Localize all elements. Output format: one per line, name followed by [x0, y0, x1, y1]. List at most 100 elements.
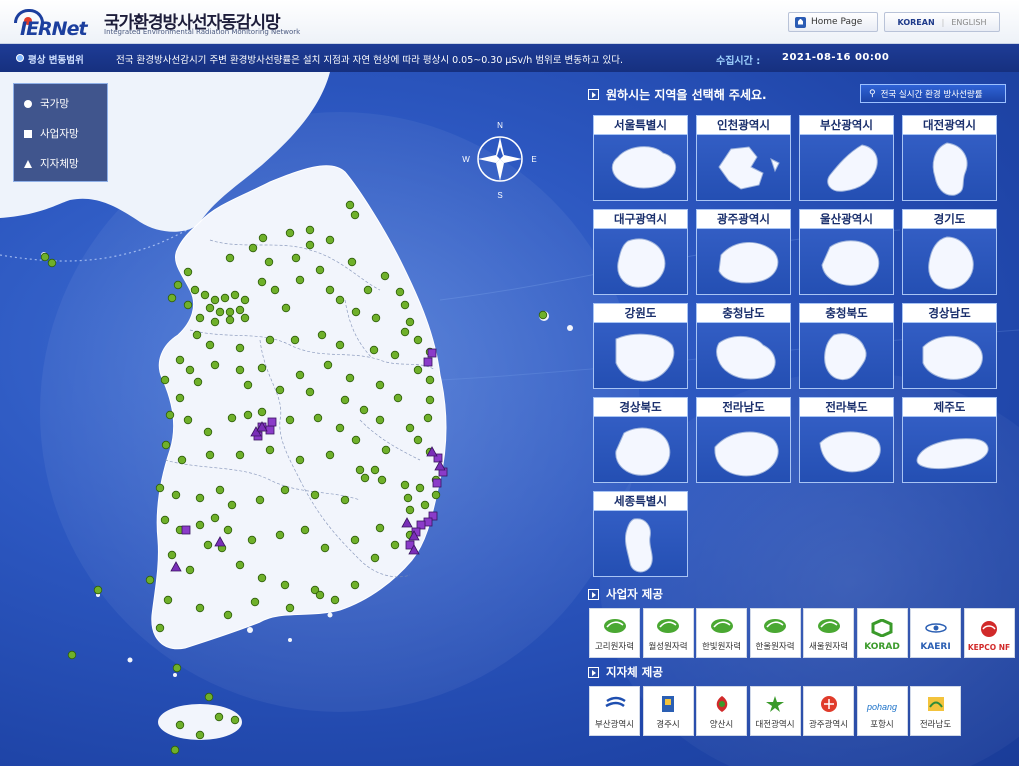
national-station-marker[interactable] — [351, 435, 361, 445]
south-korea-mainland[interactable] — [151, 165, 447, 650]
national-station-marker[interactable] — [177, 455, 187, 465]
national-station-marker[interactable] — [257, 277, 267, 287]
national-station-marker[interactable] — [313, 413, 323, 423]
national-station-marker[interactable] — [280, 580, 290, 590]
region-tile[interactable]: 전라남도 — [696, 397, 791, 483]
national-station-marker[interactable] — [405, 505, 415, 515]
national-station-marker[interactable] — [350, 580, 360, 590]
national-station-marker[interactable] — [285, 415, 295, 425]
national-station-marker[interactable] — [264, 257, 274, 267]
national-station-marker[interactable] — [250, 597, 260, 607]
national-station-marker[interactable] — [375, 523, 385, 533]
national-station-marker[interactable] — [295, 370, 305, 380]
local-gov-logo-card[interactable]: 경주시 — [642, 686, 694, 736]
national-station-marker[interactable] — [390, 350, 400, 360]
national-station-marker[interactable] — [340, 495, 350, 505]
national-station-marker[interactable] — [295, 455, 305, 465]
region-tile[interactable]: 충청북도 — [799, 303, 894, 389]
national-station-marker[interactable] — [227, 500, 237, 510]
national-station-marker[interactable] — [347, 257, 357, 267]
national-station-marker[interactable] — [380, 271, 390, 281]
national-station-marker[interactable] — [185, 565, 195, 575]
national-station-marker[interactable] — [280, 485, 290, 495]
region-tile[interactable]: 경상북도 — [593, 397, 688, 483]
operator-logo-card[interactable]: 월성원자력 — [642, 608, 694, 658]
national-station-marker[interactable] — [172, 663, 182, 673]
national-station-marker[interactable] — [315, 265, 325, 275]
national-station-marker[interactable] — [305, 240, 315, 250]
operator-station-marker[interactable] — [267, 417, 277, 427]
national-station-marker[interactable] — [285, 228, 295, 238]
region-tile[interactable]: 강원도 — [593, 303, 688, 389]
national-station-marker[interactable] — [405, 423, 415, 433]
national-station-marker[interactable] — [167, 293, 177, 303]
operator-logo-card[interactable]: KEPCO NF — [963, 608, 1015, 658]
operator-station-marker[interactable] — [423, 357, 433, 367]
national-station-marker[interactable] — [240, 313, 250, 323]
national-station-marker[interactable] — [350, 535, 360, 545]
national-station-marker[interactable] — [255, 495, 265, 505]
operator-station-marker[interactable] — [432, 478, 442, 488]
national-station-marker[interactable] — [290, 335, 300, 345]
operator-logo-card[interactable]: KAERI — [910, 608, 961, 658]
national-station-marker[interactable] — [377, 475, 387, 485]
national-station-marker[interactable] — [413, 435, 423, 445]
national-station-marker[interactable] — [160, 515, 170, 525]
national-station-marker[interactable] — [161, 440, 171, 450]
national-station-marker[interactable] — [370, 553, 380, 563]
national-station-marker[interactable] — [400, 327, 410, 337]
region-tile[interactable]: 인천광역시 — [696, 115, 791, 201]
national-station-marker[interactable] — [227, 413, 237, 423]
national-station-marker[interactable] — [265, 445, 275, 455]
national-station-marker[interactable] — [340, 395, 350, 405]
national-station-marker[interactable] — [420, 500, 430, 510]
national-station-marker[interactable] — [200, 290, 210, 300]
national-station-marker[interactable] — [350, 210, 360, 220]
national-station-marker[interactable] — [190, 285, 200, 295]
national-station-marker[interactable] — [300, 525, 310, 535]
national-station-marker[interactable] — [230, 715, 240, 725]
national-station-marker[interactable] — [203, 427, 213, 437]
national-station-marker[interactable] — [345, 373, 355, 383]
national-station-marker[interactable] — [317, 330, 327, 340]
national-station-marker[interactable] — [175, 720, 185, 730]
national-station-marker[interactable] — [371, 313, 381, 323]
lang-korean[interactable]: KOREAN — [897, 18, 934, 27]
national-station-marker[interactable] — [170, 745, 180, 755]
local-gov-logo-card[interactable]: 부산광역시 — [589, 686, 640, 736]
national-station-marker[interactable] — [163, 595, 173, 605]
national-station-marker[interactable] — [248, 243, 258, 253]
national-station-marker[interactable] — [203, 540, 213, 550]
region-tile[interactable]: 전라북도 — [799, 397, 894, 483]
national-station-marker[interactable] — [363, 285, 373, 295]
national-station-marker[interactable] — [257, 573, 267, 583]
national-station-marker[interactable] — [257, 363, 267, 373]
national-station-marker[interactable] — [183, 267, 193, 277]
national-station-marker[interactable] — [431, 490, 441, 500]
national-station-marker[interactable] — [215, 307, 225, 317]
national-station-marker[interactable] — [243, 410, 253, 420]
national-station-marker[interactable] — [195, 603, 205, 613]
region-tile[interactable]: 광주광역시 — [696, 209, 791, 295]
national-station-marker[interactable] — [400, 480, 410, 490]
national-station-marker[interactable] — [335, 423, 345, 433]
operator-logo-card[interactable]: 고리원자력 — [589, 608, 640, 658]
national-station-marker[interactable] — [195, 730, 205, 740]
national-station-marker[interactable] — [205, 303, 215, 313]
national-station-marker[interactable] — [413, 335, 423, 345]
region-tile[interactable]: 세종특별시 — [593, 491, 688, 577]
national-station-marker[interactable] — [390, 540, 400, 550]
nationwide-dose-button[interactable]: ⚲ 전국 실시간 환경 방사선량률 — [860, 84, 1006, 103]
national-station-marker[interactable] — [210, 513, 220, 523]
national-station-marker[interactable] — [225, 307, 235, 317]
national-station-marker[interactable] — [185, 365, 195, 375]
national-station-marker[interactable] — [183, 415, 193, 425]
region-tile[interactable]: 대전광역시 — [902, 115, 997, 201]
national-station-marker[interactable] — [258, 233, 268, 243]
national-station-marker[interactable] — [192, 330, 202, 340]
region-tile[interactable]: 서울특별시 — [593, 115, 688, 201]
national-station-marker[interactable] — [214, 712, 224, 722]
operator-logo-card[interactable]: 새울원자력 — [803, 608, 854, 658]
operator-station-marker[interactable] — [265, 425, 275, 435]
national-station-marker[interactable] — [223, 525, 233, 535]
